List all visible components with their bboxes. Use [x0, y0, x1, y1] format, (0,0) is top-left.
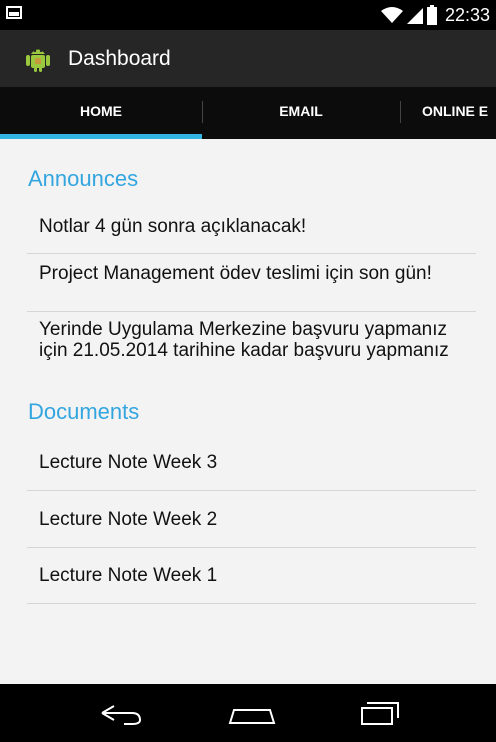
notification-image-icon: [6, 6, 22, 19]
document-item-label: Lecture Note Week 2: [39, 509, 218, 530]
app-title: Dashboard: [68, 46, 171, 70]
wifi-icon: [380, 7, 403, 23]
home-icon[interactable]: [222, 696, 282, 730]
announce-item[interactable]: Yerinde Uygulama Merkezine başvuru yapma…: [27, 316, 476, 371]
navigation-bar: [0, 684, 496, 742]
document-item[interactable]: Lecture Note Week 2: [27, 509, 476, 530]
announce-item-text: Yerinde Uygulama Merkezine başvuru yapma…: [39, 319, 449, 361]
status-time: 22:33: [444, 4, 490, 25]
announce-item-body: Yerinde Uygulama Merkezine başvuru yapma…: [27, 319, 476, 361]
tab-home[interactable]: HOME: [0, 87, 202, 135]
list-divider: [27, 253, 476, 254]
android-app-icon[interactable]: [24, 45, 52, 73]
announce-item[interactable]: Project Management ödev teslimi için son…: [27, 263, 476, 284]
signal-icon: [406, 8, 423, 24]
main-content[interactable]: Announces Notlar 4 gün sonra açıklanacak…: [0, 139, 496, 684]
list-divider: [27, 603, 476, 604]
document-item-label: Lecture Note Week 1: [39, 565, 218, 586]
list-divider: [27, 490, 476, 491]
tab-email[interactable]: EMAIL: [202, 87, 400, 135]
documents-title: Documents: [28, 399, 140, 424]
document-item[interactable]: Lecture Note Week 1: [27, 565, 476, 586]
announces-title: Announces: [28, 166, 139, 191]
list-divider: [27, 547, 476, 548]
recent-apps-icon[interactable]: [350, 696, 410, 730]
document-item[interactable]: Lecture Note Week 3: [27, 452, 476, 473]
battery-icon: [426, 5, 437, 25]
announce-item-text: Project Management ödev teslimi için son…: [39, 263, 432, 284]
announce-item[interactable]: Notlar 4 gün sonra açıklanacak!: [27, 216, 476, 237]
list-divider: [27, 311, 476, 312]
announce-item-text: Notlar 4 gün sonra açıklanacak!: [39, 216, 307, 237]
document-item-label: Lecture Note Week 3: [39, 452, 218, 473]
back-icon[interactable]: [90, 696, 150, 730]
status-icons: 22:33: [380, 3, 490, 27]
status-bar: 22:33: [0, 0, 496, 30]
action-bar: Dashboard: [0, 30, 496, 87]
tab-online[interactable]: ONLINE E: [400, 87, 496, 135]
tab-bar: HOME EMAIL ONLINE E: [0, 87, 496, 139]
